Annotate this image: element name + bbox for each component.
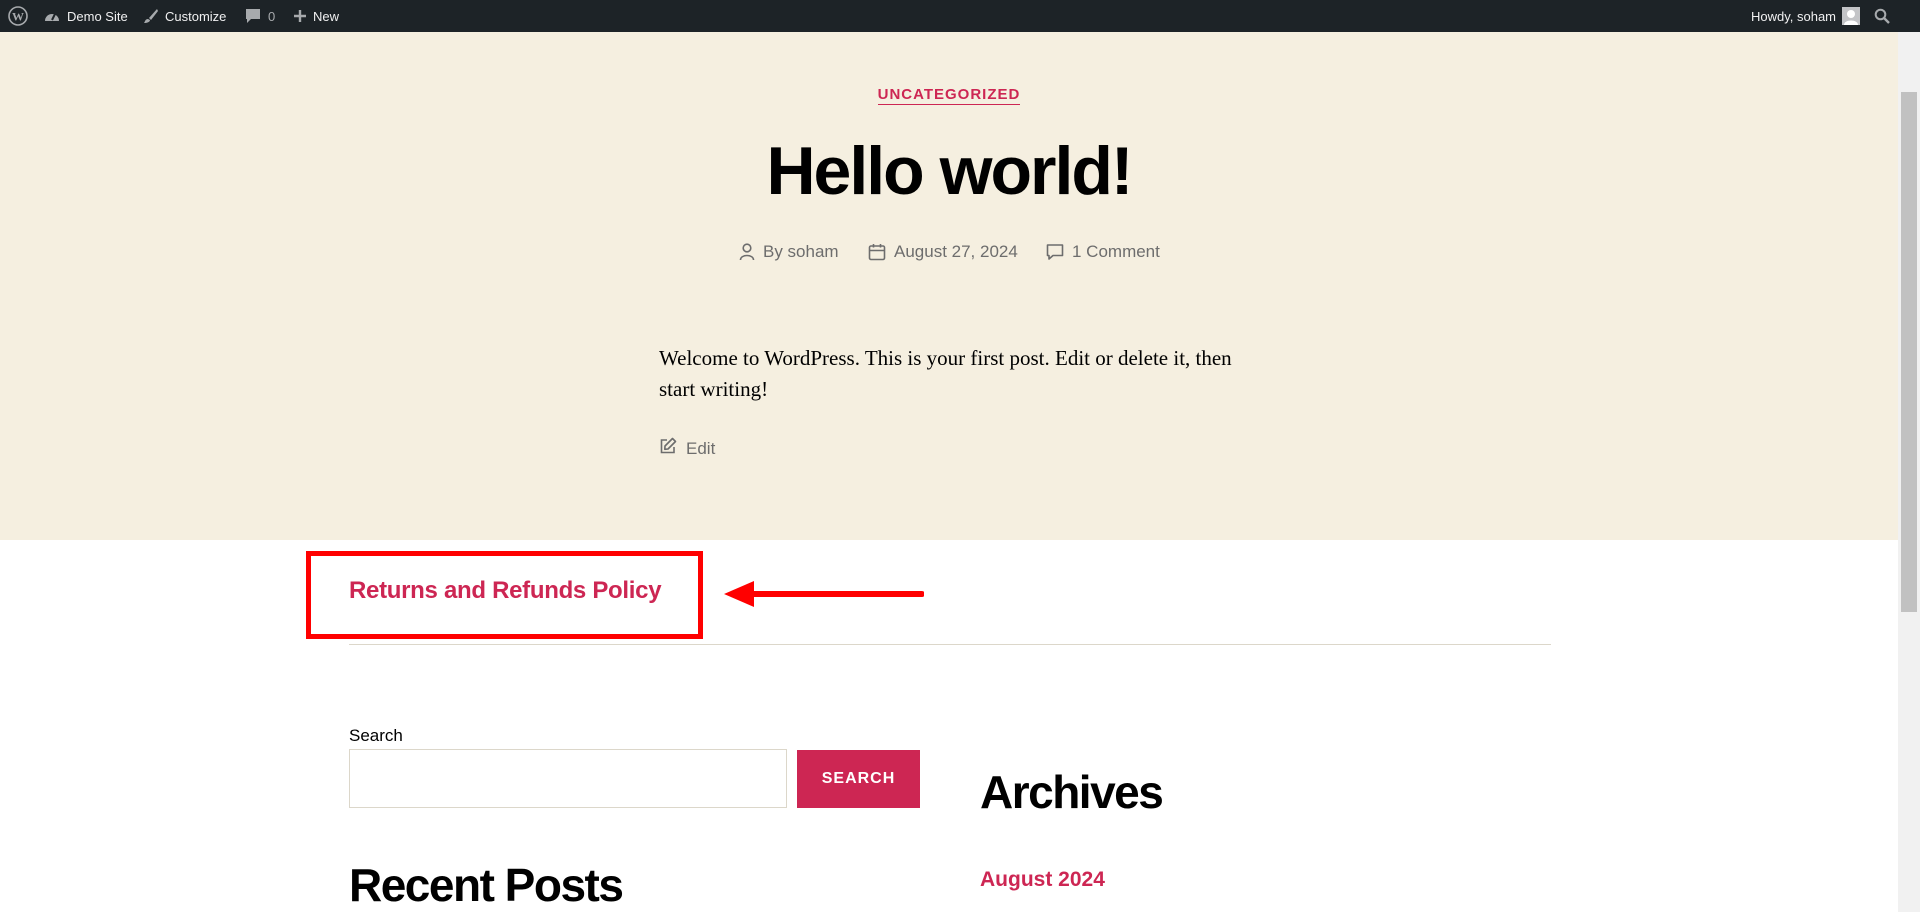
person-icon <box>739 243 755 261</box>
wordpress-icon: W <box>8 6 28 26</box>
archive-august-2024-link[interactable]: August 2024 <box>980 868 1105 892</box>
post-content: Welcome to WordPress. This is your first… <box>659 346 1232 401</box>
category-link[interactable]: UNCATEGORIZED <box>877 86 1021 105</box>
comment-bubble-icon <box>244 8 262 24</box>
greeting-label: Howdy, soham <box>1751 8 1837 24</box>
new-label: New <box>313 8 340 24</box>
comment-icon <box>1046 243 1064 261</box>
search-icon <box>1874 8 1890 24</box>
admin-search-button[interactable] <box>1874 0 1890 32</box>
site-name-menu[interactable]: Demo Site <box>43 0 128 32</box>
annotation-highlight-box <box>306 551 703 639</box>
search-widget-label: Search <box>349 726 403 745</box>
admin-bar: W Demo Site Customize 0 New Howdy, soham <box>0 0 1920 32</box>
comments-link[interactable]: 0 <box>244 0 275 32</box>
site-name-label: Demo Site <box>67 8 128 24</box>
category-row: UNCATEGORIZED <box>0 86 1898 105</box>
customize-label: Customize <box>165 8 227 24</box>
search-input[interactable] <box>349 749 787 808</box>
comments-count: 0 <box>268 8 276 24</box>
calendar-icon <box>868 243 886 261</box>
edit-label: Edit <box>686 438 716 458</box>
my-account-menu[interactable]: Howdy, soham <box>1751 0 1861 32</box>
date-link[interactable]: August 27, 2024 <box>894 242 1018 262</box>
svg-text:W: W <box>12 10 24 24</box>
pencil-square-icon <box>659 437 677 460</box>
paintbrush-icon <box>143 8 159 24</box>
search-button[interactable]: SEARCH <box>797 750 920 808</box>
post-title: Hello world! <box>766 133 1133 209</box>
section-divider <box>349 644 1551 645</box>
avatar <box>1842 7 1861 25</box>
author-link[interactable]: By soham <box>763 242 839 262</box>
new-content-menu[interactable]: New <box>293 0 339 32</box>
customize-link[interactable]: Customize <box>143 0 226 32</box>
post-date: August 27, 2024 <box>868 242 1018 262</box>
edit-post-link[interactable]: Edit <box>659 437 715 460</box>
post-comments: 1 Comment <box>1046 242 1160 262</box>
dashboard-gauge-icon <box>43 8 61 24</box>
scrollbar-thumb[interactable] <box>1901 92 1917 612</box>
wordpress-logo-button[interactable]: W <box>8 0 28 32</box>
comments-link[interactable]: 1 Comment <box>1072 242 1160 262</box>
archives-heading: Archives <box>980 766 1164 818</box>
post-hero <box>0 32 1898 540</box>
plus-icon <box>293 9 307 23</box>
recent-posts-heading: Recent Posts <box>349 859 624 911</box>
annotation-arrow-icon <box>724 581 924 607</box>
post-author: By soham <box>739 242 839 262</box>
